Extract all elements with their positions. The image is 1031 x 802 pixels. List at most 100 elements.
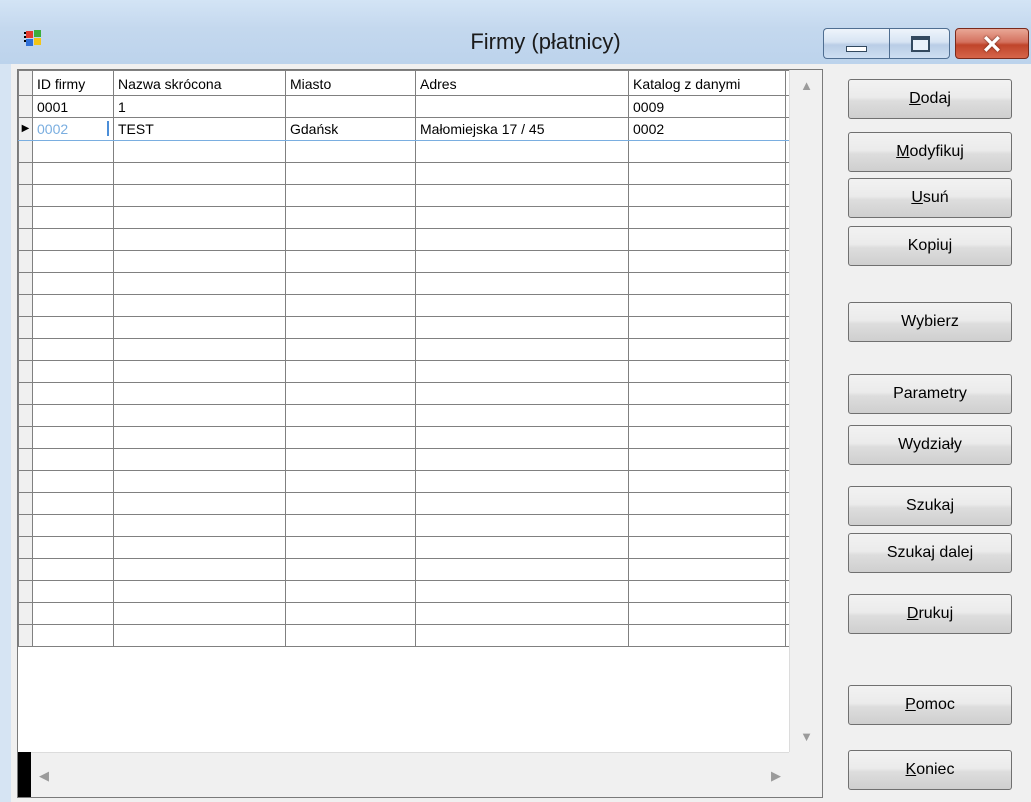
- empty-cell[interactable]: [285, 184, 416, 207]
- empty-cell[interactable]: [113, 140, 286, 163]
- empty-cell[interactable]: [285, 206, 416, 229]
- empty-cell[interactable]: [628, 536, 786, 559]
- print-button[interactable]: Drukuj: [848, 594, 1012, 634]
- table-row-empty[interactable]: [18, 558, 809, 581]
- empty-cell[interactable]: [628, 492, 786, 515]
- table-row-empty[interactable]: [18, 206, 809, 229]
- horizontal-scrollbar[interactable]: ◀ ▶: [31, 752, 789, 797]
- empty-cell[interactable]: [113, 558, 286, 581]
- empty-cell[interactable]: [628, 294, 786, 317]
- scroll-left-icon[interactable]: ◀: [33, 763, 55, 788]
- column-header-address[interactable]: Adres: [415, 70, 629, 96]
- empty-cell[interactable]: [415, 470, 629, 493]
- empty-cell[interactable]: [415, 536, 629, 559]
- table-row-empty[interactable]: [18, 404, 809, 427]
- empty-cell[interactable]: [32, 140, 114, 163]
- table-row-empty[interactable]: [18, 250, 809, 273]
- table-row-active[interactable]: ▶ 0002 TEST Gdańsk Małomiejska 17 / 45 0…: [18, 117, 809, 141]
- table-row-empty[interactable]: [18, 382, 809, 405]
- parameters-button[interactable]: Parametry: [848, 374, 1012, 414]
- cell-id[interactable]: 0001: [32, 95, 114, 118]
- empty-cell[interactable]: [415, 624, 629, 647]
- cell-city[interactable]: [285, 95, 416, 118]
- table-row-empty[interactable]: [18, 448, 809, 471]
- table-row-empty[interactable]: [18, 272, 809, 295]
- cell-address[interactable]: Małomiejska 17 / 45: [415, 117, 629, 141]
- cell-data-directory[interactable]: 0009: [628, 95, 786, 118]
- table-row-empty[interactable]: [18, 360, 809, 383]
- empty-cell[interactable]: [415, 404, 629, 427]
- empty-cell[interactable]: [285, 272, 416, 295]
- empty-cell[interactable]: [113, 184, 286, 207]
- empty-cell[interactable]: [628, 360, 786, 383]
- empty-cell[interactable]: [285, 448, 416, 471]
- empty-cell[interactable]: [32, 162, 114, 185]
- help-button[interactable]: Pomoc: [848, 685, 1012, 725]
- maximize-button[interactable]: [889, 28, 950, 59]
- select-button[interactable]: Wybierz: [848, 302, 1012, 342]
- column-header-city[interactable]: Miasto: [285, 70, 416, 96]
- empty-cell[interactable]: [415, 360, 629, 383]
- empty-cell[interactable]: [415, 448, 629, 471]
- empty-cell[interactable]: [285, 382, 416, 405]
- empty-cell[interactable]: [113, 338, 286, 361]
- table-row-empty[interactable]: [18, 228, 809, 251]
- empty-cell[interactable]: [285, 492, 416, 515]
- empty-cell[interactable]: [628, 448, 786, 471]
- table-row-empty[interactable]: [18, 624, 809, 647]
- empty-cell[interactable]: [285, 404, 416, 427]
- empty-cell[interactable]: [285, 140, 416, 163]
- empty-cell[interactable]: [32, 294, 114, 317]
- empty-cell[interactable]: [415, 272, 629, 295]
- add-button[interactable]: Dodaj: [848, 79, 1012, 119]
- empty-cell[interactable]: [628, 250, 786, 273]
- empty-cell[interactable]: [415, 162, 629, 185]
- modify-button[interactable]: Modyfikuj: [848, 132, 1012, 172]
- empty-cell[interactable]: [285, 536, 416, 559]
- empty-cell[interactable]: [113, 206, 286, 229]
- empty-cell[interactable]: [32, 492, 114, 515]
- empty-cell[interactable]: [628, 228, 786, 251]
- empty-cell[interactable]: [32, 382, 114, 405]
- empty-cell[interactable]: [32, 206, 114, 229]
- empty-cell[interactable]: [113, 294, 286, 317]
- table-row-empty[interactable]: [18, 492, 809, 515]
- table-row[interactable]: 0001 1 0009: [18, 95, 809, 118]
- empty-cell[interactable]: [285, 426, 416, 449]
- search-next-button[interactable]: Szukaj dalej: [848, 533, 1012, 573]
- empty-cell[interactable]: [113, 228, 286, 251]
- empty-cell[interactable]: [32, 448, 114, 471]
- empty-cell[interactable]: [628, 338, 786, 361]
- empty-cell[interactable]: [113, 492, 286, 515]
- empty-cell[interactable]: [285, 470, 416, 493]
- empty-cell[interactable]: [113, 316, 286, 339]
- empty-cell[interactable]: [628, 580, 786, 603]
- empty-cell[interactable]: [415, 250, 629, 273]
- table-row-empty[interactable]: [18, 184, 809, 207]
- empty-cell[interactable]: [32, 624, 114, 647]
- empty-cell[interactable]: [113, 162, 286, 185]
- empty-cell[interactable]: [113, 580, 286, 603]
- empty-cell[interactable]: [628, 316, 786, 339]
- table-row-empty[interactable]: [18, 580, 809, 603]
- table-row-empty[interactable]: [18, 514, 809, 537]
- empty-cell[interactable]: [32, 250, 114, 273]
- table-row-empty[interactable]: [18, 162, 809, 185]
- empty-cell[interactable]: [32, 602, 114, 625]
- search-button[interactable]: Szukaj: [848, 486, 1012, 526]
- table-row-empty[interactable]: [18, 294, 809, 317]
- scroll-down-icon[interactable]: ▼: [790, 724, 822, 749]
- scroll-right-icon[interactable]: ▶: [765, 763, 787, 788]
- empty-cell[interactable]: [285, 602, 416, 625]
- empty-cell[interactable]: [32, 360, 114, 383]
- exit-button[interactable]: Koniec: [848, 750, 1012, 790]
- empty-cell[interactable]: [113, 536, 286, 559]
- cell-id-active[interactable]: 0002: [32, 117, 114, 141]
- empty-cell[interactable]: [32, 470, 114, 493]
- empty-cell[interactable]: [113, 602, 286, 625]
- empty-cell[interactable]: [285, 338, 416, 361]
- empty-cell[interactable]: [285, 228, 416, 251]
- empty-cell[interactable]: [113, 624, 286, 647]
- title-bar[interactable]: Firmy (płatnicy) ✕: [0, 0, 1031, 64]
- empty-cell[interactable]: [415, 140, 629, 163]
